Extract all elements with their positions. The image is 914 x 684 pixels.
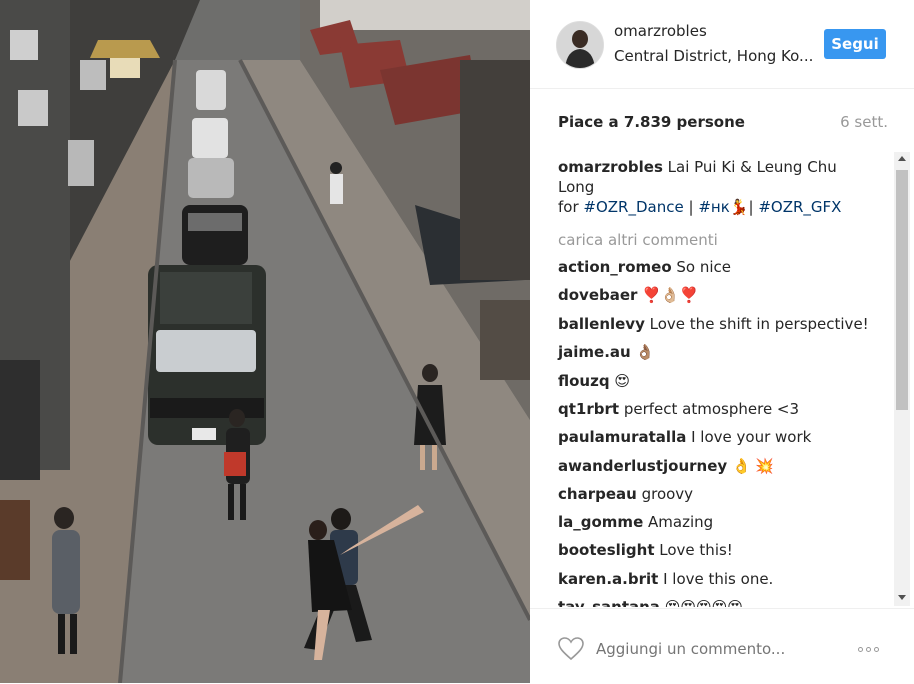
comment-item: awanderlustjourney 👌 💥 bbox=[558, 456, 774, 476]
comment-item: tay_santana 😍😍😍😍😍 bbox=[558, 597, 743, 607]
post-location[interactable]: Central District, Hong Ko... bbox=[614, 47, 813, 65]
dot bbox=[874, 647, 879, 652]
comment-item: la_gomme Amazing bbox=[558, 512, 713, 532]
comment-text: 😍😍😍😍😍 bbox=[664, 598, 743, 607]
load-more-comments-link[interactable]: carica altri commenti bbox=[558, 231, 718, 249]
add-comment-input[interactable] bbox=[596, 640, 826, 658]
comment-text: groovy bbox=[641, 485, 694, 503]
comment-username[interactable]: jaime.au bbox=[558, 343, 631, 361]
comment-text: Amazing bbox=[648, 513, 714, 531]
hashtag-ozr-dance[interactable]: #OZR_Dance bbox=[583, 198, 683, 216]
scroll-down-arrow-icon[interactable] bbox=[898, 595, 906, 600]
heart-icon[interactable] bbox=[558, 637, 584, 665]
scrollbar-thumb[interactable] bbox=[896, 170, 908, 410]
comment-username[interactable]: karen.a.brit bbox=[558, 570, 658, 588]
avatar[interactable] bbox=[556, 21, 604, 69]
caption-text-line1: Lai Pui Ki & Leung Chu bbox=[667, 158, 837, 176]
comment-username[interactable]: paulamuratalla bbox=[558, 428, 686, 446]
hashtag-ozr-gfx[interactable]: #OZR_GFX bbox=[758, 198, 841, 216]
post-date[interactable]: 6 sett. bbox=[840, 113, 888, 131]
comment-text: perfect atmosphere <3 bbox=[623, 400, 800, 418]
caption-separator: | bbox=[688, 198, 694, 216]
comments-list[interactable]: omarzrobles Lai Pui Ki & Leung Chu Long … bbox=[530, 147, 892, 607]
caption-text-line2: Long bbox=[558, 178, 595, 196]
comment-item: flouzq 😍 bbox=[558, 371, 630, 391]
comment-username[interactable]: awanderlustjourney bbox=[558, 457, 727, 475]
post-header: omarzrobles Central District, Hong Ko...… bbox=[530, 0, 914, 89]
comment-username[interactable]: action_romeo bbox=[558, 258, 672, 276]
comment-text: I love your work bbox=[691, 428, 812, 446]
comment-item: karen.a.brit I love this one. bbox=[558, 569, 773, 589]
comment-username[interactable]: flouzq bbox=[558, 372, 610, 390]
dot bbox=[866, 647, 871, 652]
comment-item: charpeau groovy bbox=[558, 484, 693, 504]
caption-for: for bbox=[558, 198, 579, 216]
comment-text: 👌 💥 bbox=[731, 457, 775, 475]
comment-username[interactable]: ballenlevy bbox=[558, 315, 645, 333]
comment-username[interactable]: booteslight bbox=[558, 541, 655, 559]
comment-username[interactable]: dovebaer bbox=[558, 286, 637, 304]
dot bbox=[858, 647, 863, 652]
comment-item: dovebaer ❣️👌🏼❣️ bbox=[558, 285, 698, 305]
comment-item: booteslight Love this! bbox=[558, 540, 733, 560]
comment-username[interactable]: tay_santana bbox=[558, 598, 660, 607]
comment-text: 😍 bbox=[614, 372, 630, 390]
comment-item: paulamuratalla I love your work bbox=[558, 427, 811, 447]
comment-item: ballenlevy Love the shift in perspective… bbox=[558, 314, 869, 334]
scroll-up-arrow-icon[interactable] bbox=[898, 156, 906, 161]
comment-text: 👌🏽 bbox=[635, 343, 655, 361]
likes-count[interactable]: Piace a 7.839 persone bbox=[558, 113, 745, 131]
comment-text: Love the shift in perspective! bbox=[649, 315, 869, 333]
post-photo[interactable] bbox=[0, 0, 530, 683]
caption-username[interactable]: omarzrobles bbox=[558, 158, 663, 176]
post-caption: omarzrobles Lai Pui Ki & Leung Chu Long … bbox=[558, 157, 858, 217]
comment-username[interactable]: qt1rbrt bbox=[558, 400, 619, 418]
post-details-panel: omarzrobles Central District, Hong Ko...… bbox=[530, 0, 914, 683]
comment-text: I love this one. bbox=[663, 570, 774, 588]
comment-footer bbox=[530, 608, 914, 684]
post-author-username[interactable]: omarzrobles bbox=[614, 22, 707, 40]
follow-button[interactable]: Segui bbox=[824, 29, 886, 59]
comment-text: Love this! bbox=[659, 541, 733, 559]
comments-scrollbar[interactable] bbox=[894, 152, 910, 606]
comment-item: action_romeo So nice bbox=[558, 257, 731, 277]
comment-username[interactable]: la_gomme bbox=[558, 513, 643, 531]
comment-text: So nice bbox=[676, 258, 732, 276]
more-options-icon[interactable] bbox=[858, 647, 879, 652]
caption-separator: | bbox=[748, 198, 754, 216]
comment-username[interactable]: charpeau bbox=[558, 485, 637, 503]
street-scene-image bbox=[0, 0, 530, 683]
post-stats: Piace a 7.839 persone 6 sett. bbox=[558, 113, 888, 135]
comment-item: qt1rbrt perfect atmosphere <3 bbox=[558, 399, 799, 419]
hashtag-hk[interactable]: #нк💃 bbox=[698, 198, 748, 216]
comment-item: jaime.au 👌🏽 bbox=[558, 342, 654, 362]
comment-text: ❣️👌🏼❣️ bbox=[642, 286, 699, 304]
